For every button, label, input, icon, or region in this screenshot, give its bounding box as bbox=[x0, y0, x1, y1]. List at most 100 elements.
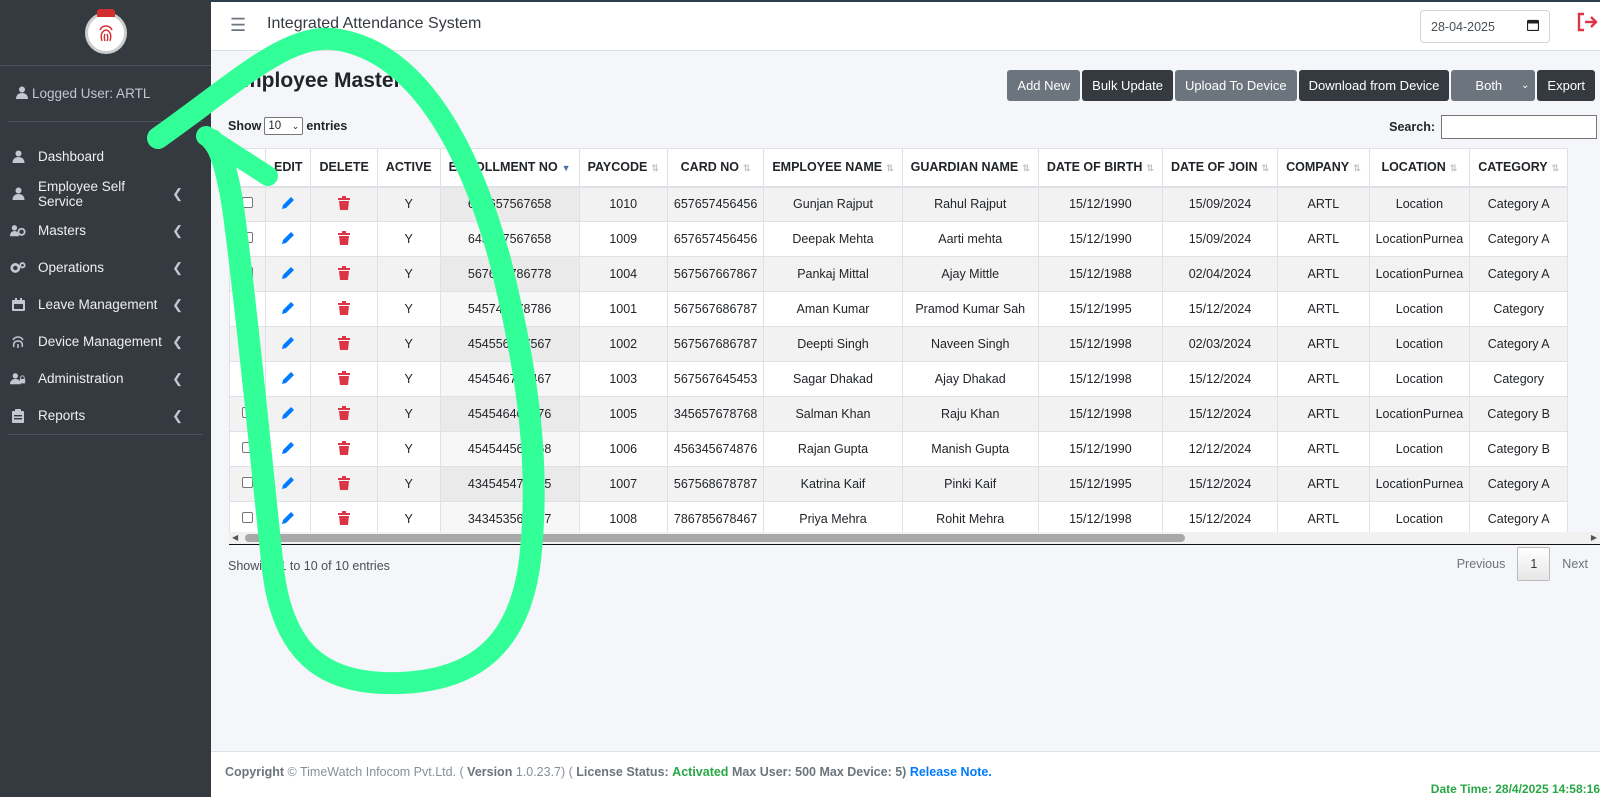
table-cell: 1005 bbox=[578, 396, 668, 432]
edit-cell bbox=[264, 186, 312, 222]
column-header[interactable]: COMPANY ⇅ bbox=[1277, 148, 1370, 188]
sort-icon[interactable]: ⇅ bbox=[1450, 163, 1458, 173]
table-cell: 15/12/2024 bbox=[1161, 361, 1279, 397]
fingerprint-logo-icon[interactable] bbox=[84, 8, 127, 54]
column-header[interactable]: LOCATION ⇅ bbox=[1368, 148, 1471, 188]
row-checkbox[interactable] bbox=[242, 267, 253, 278]
sidebar-item-reports[interactable]: Reports ❮ bbox=[0, 397, 211, 434]
row-checkbox[interactable] bbox=[242, 477, 253, 488]
sidebar-item-dashboard[interactable]: Dashboard bbox=[0, 138, 211, 175]
row-checkbox[interactable] bbox=[242, 407, 253, 418]
column-header[interactable]: ENROLLMENT NO ▼ bbox=[439, 148, 580, 188]
row-checkbox[interactable] bbox=[242, 232, 253, 243]
sort-icon[interactable]: ⇅ bbox=[651, 163, 659, 173]
previous-page-button[interactable]: Previous bbox=[1445, 547, 1518, 581]
pencil-edit-icon[interactable] bbox=[281, 266, 295, 280]
device-mode-select[interactable]: Both ⌄ bbox=[1451, 70, 1536, 101]
hamburger-menu-icon[interactable]: ☰ bbox=[230, 15, 246, 36]
table-cell: Naveen Singh bbox=[901, 326, 1039, 362]
trash-delete-icon[interactable] bbox=[338, 300, 351, 315]
page-1-button[interactable]: 1 bbox=[1517, 547, 1551, 581]
next-page-button[interactable]: Next bbox=[1550, 547, 1600, 581]
date-picker-input[interactable]: 28-04-2025 bbox=[1420, 10, 1550, 43]
bulk-update-button[interactable]: Bulk Update bbox=[1082, 70, 1173, 101]
row-checkbox[interactable] bbox=[242, 337, 253, 348]
sort-icon[interactable]: ⇅ bbox=[886, 163, 894, 173]
column-header[interactable]: CARD NO ⇅ bbox=[666, 148, 765, 188]
release-note-link[interactable]: Release Note. bbox=[910, 765, 992, 779]
sidebar-item-label: Device Management bbox=[38, 334, 162, 349]
table-cell: 645657567658 bbox=[439, 186, 580, 222]
sort-icon[interactable]: ⇅ bbox=[743, 163, 751, 173]
column-header[interactable]: DATE OF BIRTH ⇅ bbox=[1037, 148, 1163, 188]
table-cell: Katrina Kaif bbox=[763, 466, 903, 502]
chevron-down-icon: ⌄ bbox=[291, 120, 300, 131]
sort-icon[interactable]: ⇅ bbox=[1146, 163, 1154, 173]
row-checkbox[interactable] bbox=[242, 302, 253, 313]
pencil-edit-icon[interactable] bbox=[281, 441, 295, 455]
pencil-edit-icon[interactable] bbox=[281, 511, 295, 525]
column-header[interactable]: CATEGORY ⇅ bbox=[1469, 148, 1569, 188]
sidebar-item-masters[interactable]: Masters ❮ bbox=[0, 212, 211, 249]
table-cell: Salman Khan bbox=[763, 396, 903, 432]
copyright-label: Copyright bbox=[225, 765, 285, 779]
table-cell: Category A bbox=[1469, 326, 1569, 362]
row-checkbox[interactable] bbox=[242, 197, 253, 209]
calendar-icon[interactable] bbox=[1526, 19, 1540, 34]
sidebar-item-leave-management[interactable]: Leave Management ❮ bbox=[0, 286, 211, 323]
row-checkbox[interactable] bbox=[242, 442, 253, 453]
pencil-edit-icon[interactable] bbox=[281, 371, 295, 385]
trash-delete-icon[interactable] bbox=[338, 335, 351, 350]
table-cell: Y bbox=[376, 466, 441, 502]
sidebar-item-employee-self-service[interactable]: Employee Self Service ❮ bbox=[0, 175, 211, 212]
upload-to-device-button[interactable]: Upload To Device bbox=[1174, 70, 1297, 101]
scroll-right-icon[interactable]: ▶ bbox=[1591, 533, 1597, 542]
sort-icon[interactable]: ⇅ bbox=[1353, 163, 1361, 173]
export-button[interactable]: Export bbox=[1537, 70, 1595, 101]
sidebar-item-operations[interactable]: Operations ❮ bbox=[0, 249, 211, 286]
pencil-edit-icon[interactable] bbox=[281, 231, 295, 245]
table-cell: 567686786778 bbox=[439, 256, 580, 292]
table-cell: Y bbox=[376, 186, 441, 222]
sort-icon[interactable]: ⇅ bbox=[1552, 163, 1560, 173]
pencil-edit-icon[interactable] bbox=[281, 196, 295, 210]
scrollbar-thumb[interactable] bbox=[245, 534, 1185, 542]
license-label: License Status: bbox=[576, 765, 669, 779]
trash-delete-icon[interactable] bbox=[338, 510, 351, 525]
page-title: Employee Master bbox=[229, 69, 402, 92]
entries-select[interactable]: 10 ⌄ bbox=[264, 117, 304, 135]
trash-delete-icon[interactable] bbox=[338, 405, 351, 420]
trash-delete-icon[interactable] bbox=[338, 475, 351, 490]
column-header[interactable]: GUARDIAN NAME ⇅ bbox=[901, 148, 1039, 188]
table-cell: Category A bbox=[1469, 186, 1569, 222]
trash-delete-icon[interactable] bbox=[338, 230, 351, 245]
sort-icon[interactable]: ▼ bbox=[562, 163, 571, 173]
column-header[interactable]: EMPLOYEE NAME ⇅ bbox=[763, 148, 903, 188]
horizontal-scrollbar[interactable]: ◀ ▶ bbox=[229, 532, 1600, 544]
sidebar-item-device-management[interactable]: Device Management ❮ bbox=[0, 323, 211, 360]
scroll-left-icon[interactable]: ◀ bbox=[232, 533, 238, 542]
trash-delete-icon[interactable] bbox=[338, 440, 351, 455]
column-header[interactable]: PAYCODE ⇅ bbox=[578, 148, 668, 188]
sidebar-item-administration[interactable]: Administration ❮ bbox=[0, 360, 211, 397]
row-checkbox[interactable] bbox=[242, 372, 253, 383]
trash-delete-icon[interactable] bbox=[338, 370, 351, 385]
add-new-button[interactable]: Add New bbox=[1007, 70, 1081, 101]
sort-icon[interactable]: ⇅ bbox=[1262, 163, 1270, 173]
column-header: ACTIVE bbox=[376, 148, 441, 188]
pencil-edit-icon[interactable] bbox=[281, 406, 295, 420]
sort-icon[interactable]: ⇅ bbox=[1022, 163, 1030, 173]
search-input[interactable] bbox=[1441, 115, 1597, 139]
delete-cell bbox=[310, 466, 378, 502]
pencil-edit-icon[interactable] bbox=[281, 301, 295, 315]
download-from-device-button[interactable]: Download from Device bbox=[1298, 70, 1450, 101]
pencil-edit-icon[interactable] bbox=[281, 336, 295, 350]
pencil-edit-icon[interactable] bbox=[281, 476, 295, 490]
trash-delete-icon[interactable] bbox=[338, 195, 351, 210]
row-checkbox[interactable] bbox=[242, 512, 253, 523]
edit-cell bbox=[264, 361, 312, 397]
trash-delete-icon[interactable] bbox=[338, 265, 351, 280]
date-value: 28-04-2025 bbox=[1431, 19, 1495, 34]
logout-icon[interactable] bbox=[1576, 12, 1598, 38]
column-header[interactable]: DATE OF JOIN ⇅ bbox=[1161, 148, 1279, 188]
